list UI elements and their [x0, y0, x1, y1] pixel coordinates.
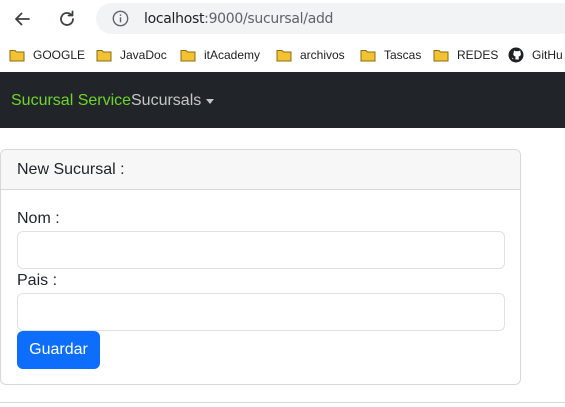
bookmark-label: GOOGLE: [33, 48, 86, 62]
reload-icon: [60, 10, 74, 26]
bookmark-google[interactable]: GOOGLE: [9, 46, 85, 64]
bookmark-tascas[interactable]: Tascas: [360, 46, 421, 64]
github-icon: [508, 47, 524, 63]
folder-icon: [96, 50, 112, 62]
bookmark-javadoc[interactable]: JavaDoc: [96, 46, 167, 64]
bookmark-label: JavaDoc: [120, 48, 167, 62]
sucursal-form-card: New Sucursal : Nom : Pais : Guardar: [0, 149, 521, 385]
folder-icon: [276, 50, 292, 62]
arrow-left-icon: [15, 12, 30, 26]
folder-icon: [360, 50, 376, 62]
bookmark-label: Tascas: [384, 48, 422, 62]
back-button[interactable]: [9, 6, 35, 32]
info-icon[interactable]: [112, 10, 129, 27]
folder-icon: [180, 50, 196, 62]
reload-button[interactable]: [54, 6, 80, 32]
dropdown-label: Sucursals: [131, 92, 202, 109]
pais-label: Pais :: [17, 272, 58, 289]
pais-input[interactable]: [17, 293, 505, 331]
url-path: :9000/sucursal/add: [204, 11, 334, 27]
guardar-button[interactable]: Guardar: [17, 331, 100, 369]
folder-icon: [9, 50, 25, 62]
bookmark-label: archivos: [300, 48, 345, 62]
sucursals-dropdown[interactable]: Sucursals: [131, 92, 215, 110]
folder-icon: [433, 50, 449, 62]
address-bar[interactable]: localhost:9000/sucursal/add: [96, 3, 565, 34]
bookmark-archivos[interactable]: archivos: [276, 46, 345, 64]
bookmark-label: GitHu: [532, 48, 563, 62]
nom-input[interactable]: [17, 231, 505, 269]
bookmark-github[interactable]: GitHu: [508, 46, 563, 64]
bookmarks-bar: GOOGLE JavaDoc itAcademy archivos Tascas…: [0, 38, 565, 72]
caret-down-icon: [206, 98, 215, 104]
bookmark-label: itAcademy: [204, 48, 261, 62]
url-host: localhost: [144, 11, 205, 27]
app-navbar: Sucursal Service Sucursals: [0, 72, 565, 128]
bookmark-label: REDES: [457, 48, 499, 62]
url-text: localhost:9000/sucursal/add: [144, 11, 333, 27]
bookmark-itacademy[interactable]: itAcademy: [180, 46, 260, 64]
navbar-brand[interactable]: Sucursal Service: [11, 92, 131, 110]
page-divider: [0, 402, 565, 403]
browser-toolbar: localhost:9000/sucursal/add: [0, 0, 565, 38]
bookmark-redes[interactable]: REDES: [433, 46, 498, 64]
nom-label: Nom :: [17, 210, 60, 227]
card-title: New Sucursal :: [17, 161, 125, 178]
card-header: New Sucursal :: [1, 150, 520, 190]
